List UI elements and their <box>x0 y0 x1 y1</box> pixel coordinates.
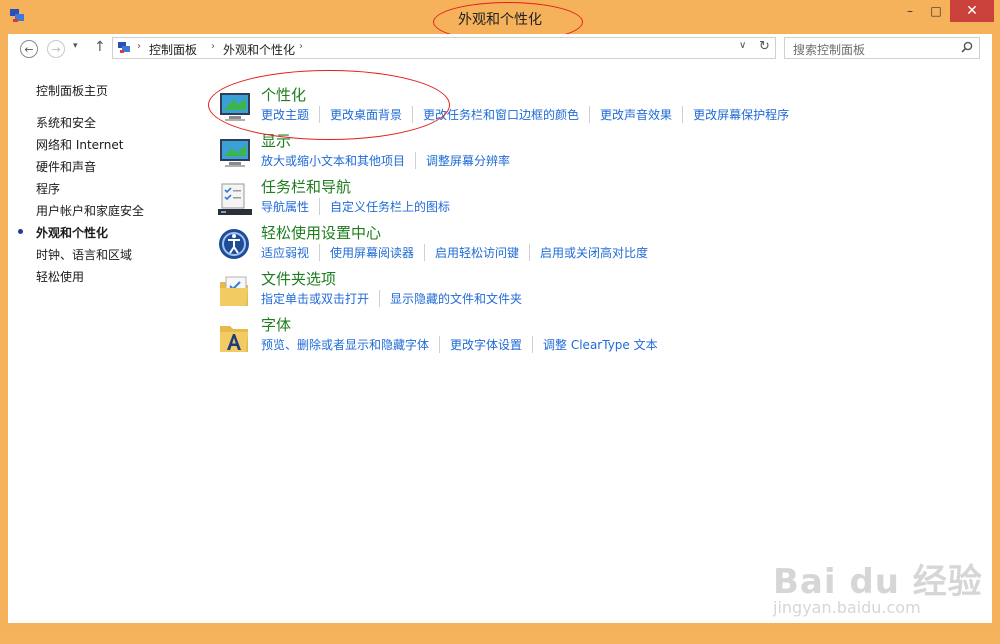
breadcrumb-separator[interactable]: › <box>299 41 303 52</box>
link-high-contrast[interactable]: 启用或关闭高对比度 <box>529 244 658 261</box>
watermark-url: jingyan.baidu.com <box>773 598 921 617</box>
sidebar-item-clock-language[interactable]: 时钟、语言和区域 <box>36 246 132 263</box>
category-links: 放大或缩小文本和其他项目 调整屏幕分辨率 <box>261 152 520 169</box>
category-links: 适应弱视 使用屏幕阅读器 启用轻松访问键 启用或关闭高对比度 <box>261 244 658 261</box>
navigation-bar: ← → ▾ ↑ › 控制面板 › 外观和个性化 › ∨ ↻ 搜索控制面板 <box>8 34 992 64</box>
category-links: 指定单击或双击打开 显示隐藏的文件和文件夹 <box>261 290 532 307</box>
display-icon[interactable] <box>218 136 254 172</box>
recent-locations-button[interactable]: ▾ <box>73 41 78 51</box>
link-change-screen-saver[interactable]: 更改屏幕保护程序 <box>682 106 799 123</box>
sidebar-item-ease-of-access[interactable]: 轻松使用 <box>36 268 84 285</box>
breadcrumb-separator[interactable]: › <box>211 41 215 52</box>
link-scale-text[interactable]: 放大或缩小文本和其他项目 <box>261 152 415 169</box>
back-button[interactable]: ← <box>20 40 38 58</box>
control-panel-icon <box>118 42 130 53</box>
sidebar-item-network[interactable]: 网络和 Internet <box>36 136 123 153</box>
search-box[interactable]: 搜索控制面板 <box>784 37 980 59</box>
watermark-logo: Bai du 经验 <box>773 562 983 602</box>
link-navigation-properties[interactable]: 导航属性 <box>261 198 319 215</box>
active-bullet <box>18 229 23 234</box>
breadcrumb-separator[interactable]: › <box>137 41 141 52</box>
link-customize-taskbar-icons[interactable]: 自定义任务栏上的图标 <box>319 198 460 215</box>
up-button[interactable]: ↑ <box>94 39 106 55</box>
address-dropdown-button[interactable]: ∨ <box>739 40 746 51</box>
link-screen-reader[interactable]: 使用屏幕阅读器 <box>319 244 424 261</box>
category-links: 导航属性 自定义任务栏上的图标 <box>261 198 460 215</box>
link-ease-access-keys[interactable]: 启用轻松访问键 <box>424 244 529 261</box>
forward-button[interactable]: → <box>47 40 65 58</box>
category-title[interactable]: 轻松使用设置中心 <box>261 222 381 243</box>
fonts-icon[interactable] <box>218 320 254 356</box>
category-title[interactable]: 字体 <box>261 314 291 335</box>
sidebar-item-user-accounts[interactable]: 用户帐户和家庭安全 <box>36 202 144 219</box>
client-area: ← → ▾ ↑ › 控制面板 › 外观和个性化 › ∨ ↻ 搜索控制面板 控制面… <box>8 34 992 623</box>
category-links: 预览、删除或者显示和隐藏字体 更改字体设置 调整 ClearType 文本 <box>261 336 668 353</box>
sidebar-item-label: 外观和个性化 <box>36 226 109 240</box>
link-cleartype[interactable]: 调整 ClearType 文本 <box>532 336 668 353</box>
link-adjust-resolution[interactable]: 调整屏幕分辨率 <box>415 152 520 169</box>
folder-options-icon[interactable] <box>218 274 254 310</box>
sidebar-item-appearance[interactable]: 外观和个性化 <box>18 224 109 241</box>
taskbar-icon[interactable] <box>218 182 254 218</box>
breadcrumb-control-panel[interactable]: 控制面板 <box>149 41 197 58</box>
link-change-sound-effects[interactable]: 更改声音效果 <box>589 106 682 123</box>
link-font-settings[interactable]: 更改字体设置 <box>439 336 532 353</box>
sidebar-item-hardware-sound[interactable]: 硬件和声音 <box>36 158 96 175</box>
sidebar-item-programs[interactable]: 程序 <box>36 180 60 197</box>
maximize-button[interactable]: □ <box>923 0 949 22</box>
link-show-hidden-files[interactable]: 显示隐藏的文件和文件夹 <box>379 290 532 307</box>
minimize-button[interactable]: – <box>897 0 923 22</box>
search-icon[interactable] <box>961 41 973 53</box>
breadcrumb-appearance[interactable]: 外观和个性化 <box>223 41 295 58</box>
window: 外观和个性化 – □ ✕ ← → ▾ ↑ › 控制面板 › 外观和个性化 › ∨… <box>0 0 1000 631</box>
link-low-vision[interactable]: 适应弱视 <box>261 244 319 261</box>
search-input[interactable]: 搜索控制面板 <box>793 41 865 58</box>
address-bar[interactable]: › 控制面板 › 外观和个性化 › ∨ ↻ <box>112 37 776 59</box>
category-title[interactable]: 文件夹选项 <box>261 268 336 289</box>
title-bar: 外观和个性化 – □ ✕ <box>0 0 1000 42</box>
link-single-double-click[interactable]: 指定单击或双击打开 <box>261 290 379 307</box>
personalization-annotation-ellipse <box>208 70 450 140</box>
link-preview-fonts[interactable]: 预览、删除或者显示和隐藏字体 <box>261 336 439 353</box>
sidebar-item-system-security[interactable]: 系统和安全 <box>36 114 96 131</box>
refresh-button[interactable]: ↻ <box>759 39 770 54</box>
close-button[interactable]: ✕ <box>950 0 994 22</box>
ease-of-access-icon[interactable] <box>218 228 254 264</box>
category-title[interactable]: 任务栏和导航 <box>261 176 351 197</box>
sidebar-item-home[interactable]: 控制面板主页 <box>36 82 108 99</box>
